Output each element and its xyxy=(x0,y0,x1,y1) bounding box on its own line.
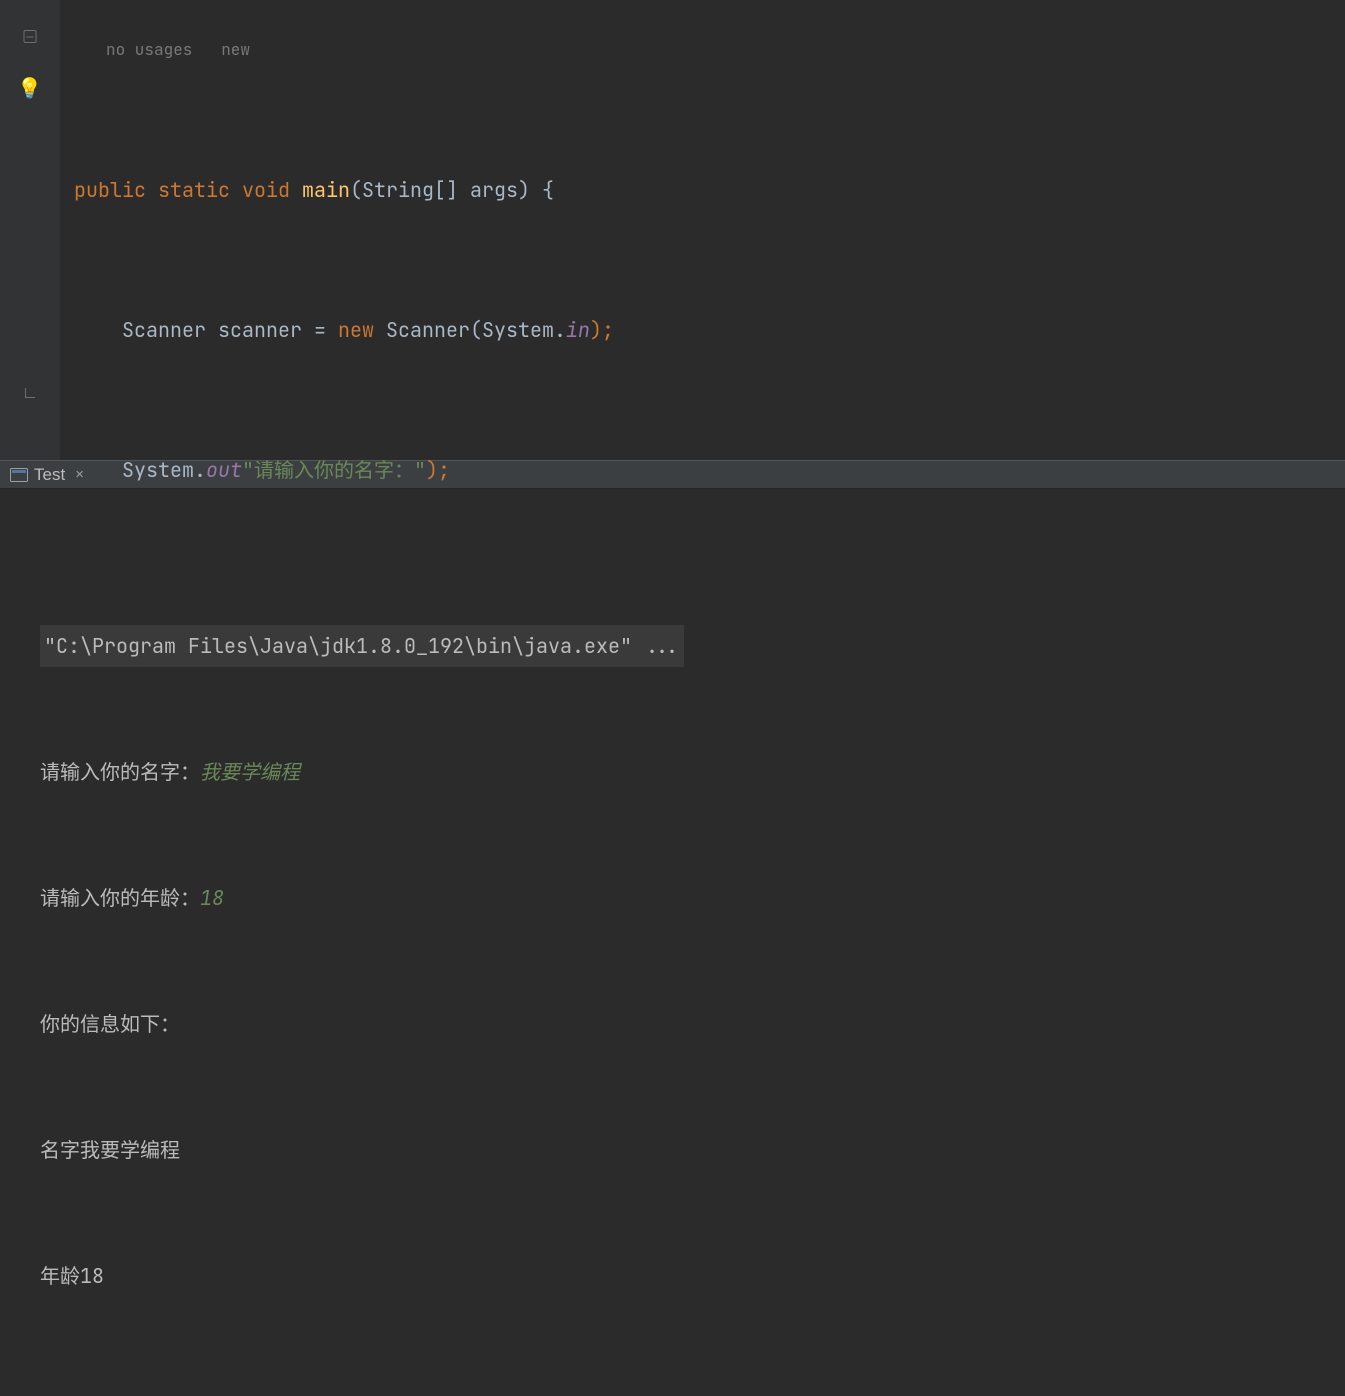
fold-collapse-icon[interactable] xyxy=(23,30,36,43)
run-tab-label[interactable]: Test xyxy=(34,461,65,488)
code-line[interactable]: public static void main(String[] args) { xyxy=(74,168,1345,212)
console-line: 名字我要学编程 xyxy=(40,1129,1345,1171)
console-line: 请输入你的年龄：18 xyxy=(40,877,1345,919)
code-editor[interactable]: 💡 no usages new public static void main(… xyxy=(0,0,1345,460)
intention-bulb-icon[interactable]: 💡 xyxy=(17,72,42,104)
code-line-highlighted[interactable]: Scanner scanner = new Scanner(System.in)… xyxy=(74,308,1345,352)
code-line[interactable]: System.out"请输入你的名字："); xyxy=(74,448,1345,492)
code-content[interactable]: no usages new public static void main(St… xyxy=(60,0,1345,460)
command-line: "C:\Program Files\Java\jdk1.8.0_192\bin\… xyxy=(40,625,684,667)
console-line: 你的信息如下： xyxy=(40,1003,1345,1045)
usages-hint: no usages new xyxy=(74,28,1345,72)
fold-end-icon[interactable] xyxy=(25,388,35,398)
run-console[interactable]: "C:\Program Files\Java\jdk1.8.0_192\bin\… xyxy=(0,489,1345,1339)
run-config-icon xyxy=(10,468,28,482)
console-line: "C:\Program Files\Java\jdk1.8.0_192\bin\… xyxy=(40,625,1345,667)
editor-gutter: 💡 xyxy=(0,0,60,460)
console-line: 年龄18 xyxy=(40,1255,1345,1297)
console-line: 请输入你的名字：我要学编程 xyxy=(40,751,1345,793)
user-input: 18 xyxy=(200,885,224,911)
console-left-toolbar xyxy=(0,489,34,1339)
user-input: 我要学编程 xyxy=(200,759,300,785)
